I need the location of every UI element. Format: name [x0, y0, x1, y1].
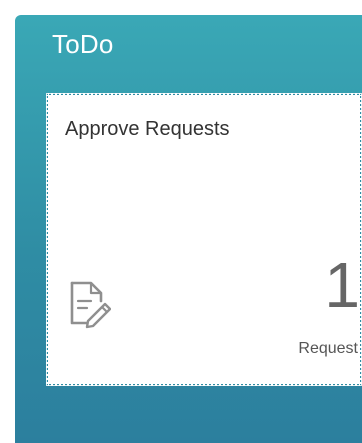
request-count: 1 [324, 249, 360, 321]
group-title: ToDo [52, 29, 114, 59]
document-edit-icon [65, 279, 112, 329]
request-unit-label: Request [298, 340, 358, 357]
approve-requests-tile[interactable]: Approve Requests 1 Request [46, 93, 362, 386]
todo-group-panel: ToDo Approve Requests 1 Request [15, 15, 362, 443]
tile-title: Approve Requests [65, 118, 230, 140]
